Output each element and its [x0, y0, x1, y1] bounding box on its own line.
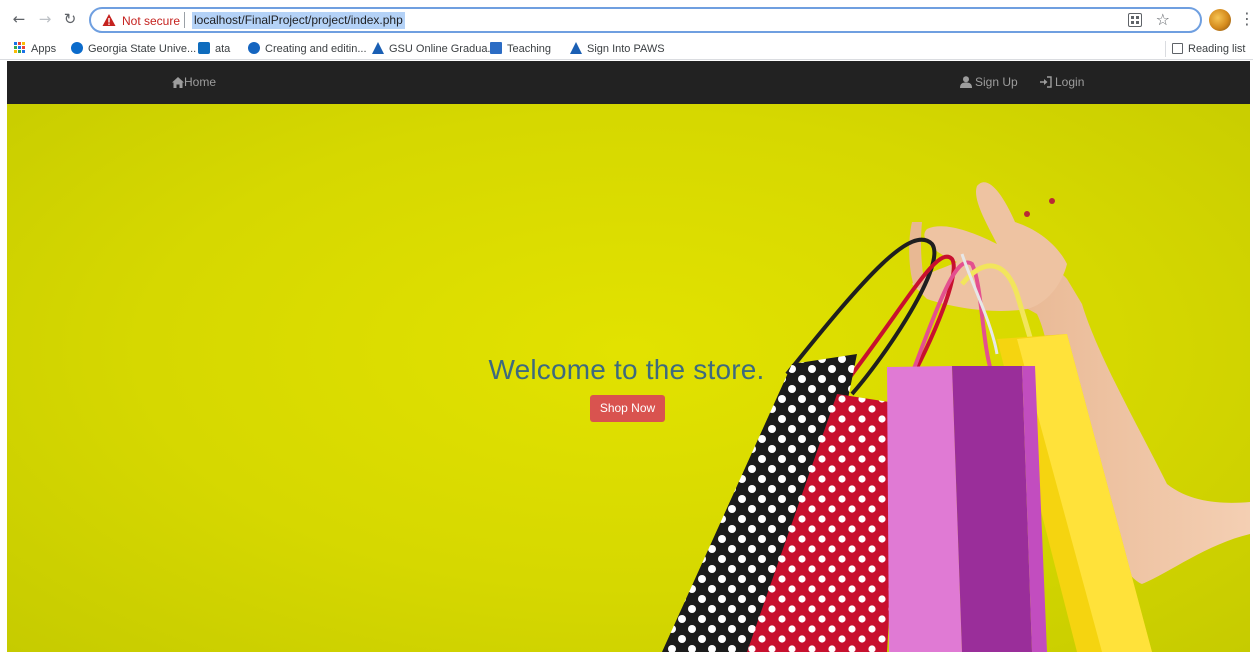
forward-arrow-icon[interactable]: →	[35, 9, 55, 29]
back-arrow-icon[interactable]: ←	[9, 9, 29, 29]
home-icon	[172, 77, 184, 88]
address-bar[interactable]: Not secure localhost/FinalProject/projec…	[89, 7, 1202, 33]
login-icon	[1040, 76, 1052, 88]
site-navbar: Home Sign Up Login	[7, 61, 1250, 104]
reload-icon[interactable]: ↻	[60, 9, 80, 29]
bookmark-ata[interactable]: ata	[198, 41, 230, 57]
reading-list[interactable]: Reading list	[1164, 41, 1245, 57]
not-secure-label[interactable]: Not secure	[122, 13, 180, 29]
bookmark-gsu-online[interactable]: GSU Online Gradua...	[372, 41, 497, 57]
gsu-icon	[71, 42, 83, 54]
edge-icon	[248, 42, 260, 54]
hero-title: Welcome to the store.	[488, 354, 765, 385]
nav-home-link[interactable]: Home	[172, 61, 216, 104]
bookmark-teaching[interactable]: Teaching	[490, 41, 551, 57]
nav-login-link[interactable]: Login	[1040, 61, 1084, 104]
gsu-flame-icon	[570, 42, 582, 54]
bookmarks-bar: Apps Georgia State Unive... ata Creating…	[0, 38, 1253, 60]
warning-icon	[102, 14, 116, 26]
qr-code-icon[interactable]	[1128, 13, 1142, 27]
bookmark-sign-into-paws[interactable]: Sign Into PAWS	[570, 41, 665, 57]
user-icon	[960, 76, 972, 88]
profile-avatar[interactable]	[1209, 9, 1231, 31]
shop-now-button[interactable]: Shop Now	[590, 395, 665, 422]
gsu-flame-icon	[372, 42, 384, 54]
apps-grid-icon	[14, 42, 26, 54]
outlook-icon	[198, 42, 210, 54]
browser-toolbar: ← → ↻ Not secure localhost/FinalProject/…	[0, 0, 1253, 38]
url-text[interactable]: localhost/FinalProject/project/index.php	[192, 12, 405, 29]
omnibox-separator	[184, 12, 185, 28]
hero-banner: Welcome to the store. Shop Now	[7, 104, 1250, 652]
bookmark-creating-editing[interactable]: Creating and editin...	[248, 41, 367, 57]
reading-list-icon	[1172, 43, 1183, 54]
calendar-icon	[490, 42, 502, 54]
nav-signup-link[interactable]: Sign Up	[960, 61, 1018, 104]
bookmark-georgia-state[interactable]: Georgia State Unive...	[71, 41, 196, 57]
bookmark-star-icon[interactable]: ☆	[1156, 10, 1170, 30]
bookmark-apps[interactable]: Apps	[14, 41, 56, 57]
browser-menu-icon[interactable]: ⋮	[1239, 9, 1253, 29]
